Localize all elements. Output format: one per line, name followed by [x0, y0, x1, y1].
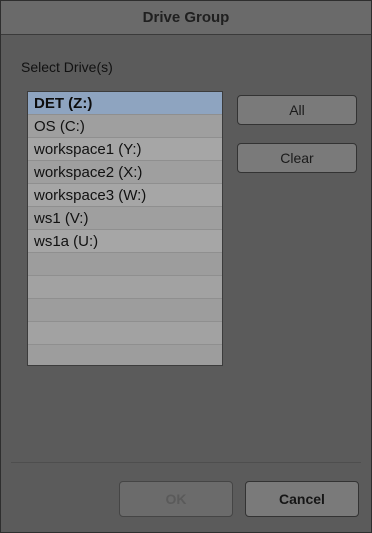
empty-list-row	[28, 299, 222, 322]
drive-list-item[interactable]: OS (C:)	[28, 115, 222, 138]
drive-list[interactable]: DET (Z:) OS (C:) workspace1 (Y:) workspa…	[27, 91, 223, 366]
select-drives-label: Select Drive(s)	[21, 59, 113, 75]
drive-list-item[interactable]: DET (Z:)	[28, 92, 222, 115]
ok-button[interactable]: OK	[119, 481, 233, 517]
empty-list-row	[28, 253, 222, 276]
dialog-titlebar: Drive Group	[1, 1, 371, 35]
drive-list-item[interactable]: workspace2 (X:)	[28, 161, 222, 184]
drive-group-dialog: Drive Group Select Drive(s) DET (Z:) OS …	[0, 0, 372, 533]
footer-divider	[11, 462, 361, 463]
drive-list-item[interactable]: workspace3 (W:)	[28, 184, 222, 207]
empty-list-row	[28, 322, 222, 345]
drive-list-item[interactable]: workspace1 (Y:)	[28, 138, 222, 161]
dialog-title: Drive Group	[142, 9, 230, 26]
cancel-button[interactable]: Cancel	[245, 481, 359, 517]
drive-list-item[interactable]: ws1 (V:)	[28, 207, 222, 230]
select-all-button[interactable]: All	[237, 95, 357, 125]
clear-button[interactable]: Clear	[237, 143, 357, 173]
drive-list-item[interactable]: ws1a (U:)	[28, 230, 222, 253]
empty-list-row	[28, 276, 222, 299]
empty-list-row	[28, 345, 222, 365]
